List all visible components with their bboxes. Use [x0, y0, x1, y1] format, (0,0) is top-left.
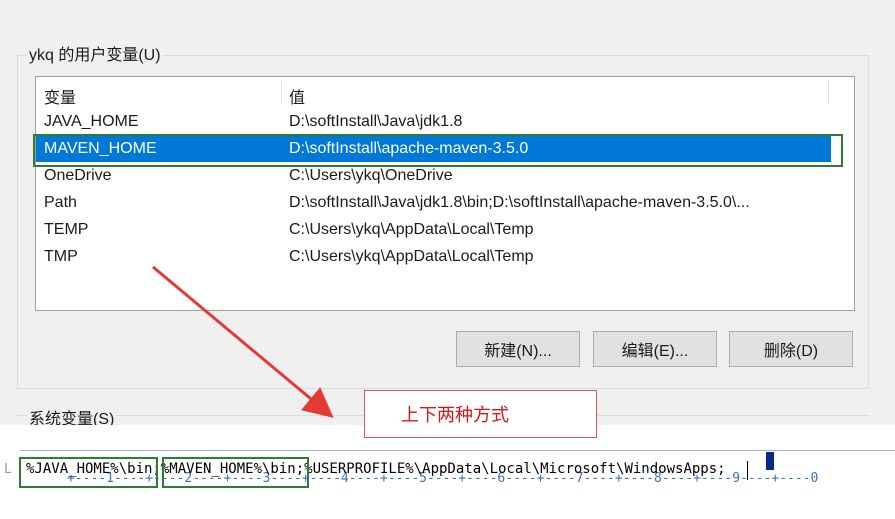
screenshot: ykq 的用户变量(U) 变量 值 JAVA_HOME D:\softInsta…: [0, 0, 895, 519]
row-name: TMP: [44, 248, 78, 265]
table-row[interactable]: Path D:\softInstall\Java\jdk1.8\bin;D:\s…: [36, 190, 831, 216]
row-value: C:\Users\ykq\OneDrive: [289, 167, 453, 184]
highlight-box-maven-home-bin: [162, 457, 309, 488]
line-gutter: L: [4, 462, 12, 477]
edit-button[interactable]: 编辑(E)...: [593, 331, 717, 367]
user-variables-list[interactable]: 变量 值 JAVA_HOME D:\softInstall\Java\jdk1.…: [35, 76, 855, 311]
annotation-note: 上下两种方式: [364, 390, 597, 438]
delete-button[interactable]: 删除(D): [729, 331, 853, 367]
text-caret: [747, 461, 748, 480]
column-divider[interactable]: [281, 80, 282, 104]
row-name: TEMP: [44, 221, 89, 238]
row-name: OneDrive: [44, 167, 112, 184]
highlight-box-java-home-bin: [19, 457, 158, 488]
environment-variables-dialog: ykq 的用户变量(U) 变量 值 JAVA_HOME D:\softInsta…: [0, 0, 895, 429]
row-value: C:\Users\ykq\AppData\Local\Temp: [289, 248, 534, 265]
column-divider[interactable]: [828, 80, 829, 104]
highlight-box-selected-row: [33, 134, 843, 167]
ruler-cursor-marker: [766, 452, 774, 470]
column-header-variable[interactable]: 变量: [44, 84, 76, 108]
row-value: D:\softInstall\Java\jdk1.8\bin;D:\softIn…: [289, 194, 750, 211]
annotation-text: 上下两种方式: [401, 405, 509, 426]
row-name: JAVA_HOME: [44, 113, 139, 130]
ruler-line: [20, 450, 895, 451]
user-variables-title: ykq 的用户变量(U): [27, 41, 163, 65]
table-row[interactable]: TMP C:\Users\ykq\AppData\Local\Temp: [36, 244, 831, 270]
column-header-value[interactable]: 值: [289, 84, 305, 108]
new-button[interactable]: 新建(N)...: [456, 331, 580, 367]
row-value: C:\Users\ykq\AppData\Local\Temp: [289, 221, 534, 238]
row-value: D:\softInstall\Java\jdk1.8: [289, 113, 463, 130]
row-name: Path: [44, 194, 77, 211]
list-header: 变量 值: [36, 77, 854, 107]
table-row[interactable]: JAVA_HOME D:\softInstall\Java\jdk1.8: [36, 109, 831, 135]
table-row[interactable]: TEMP C:\Users\ykq\AppData\Local\Temp: [36, 217, 831, 243]
